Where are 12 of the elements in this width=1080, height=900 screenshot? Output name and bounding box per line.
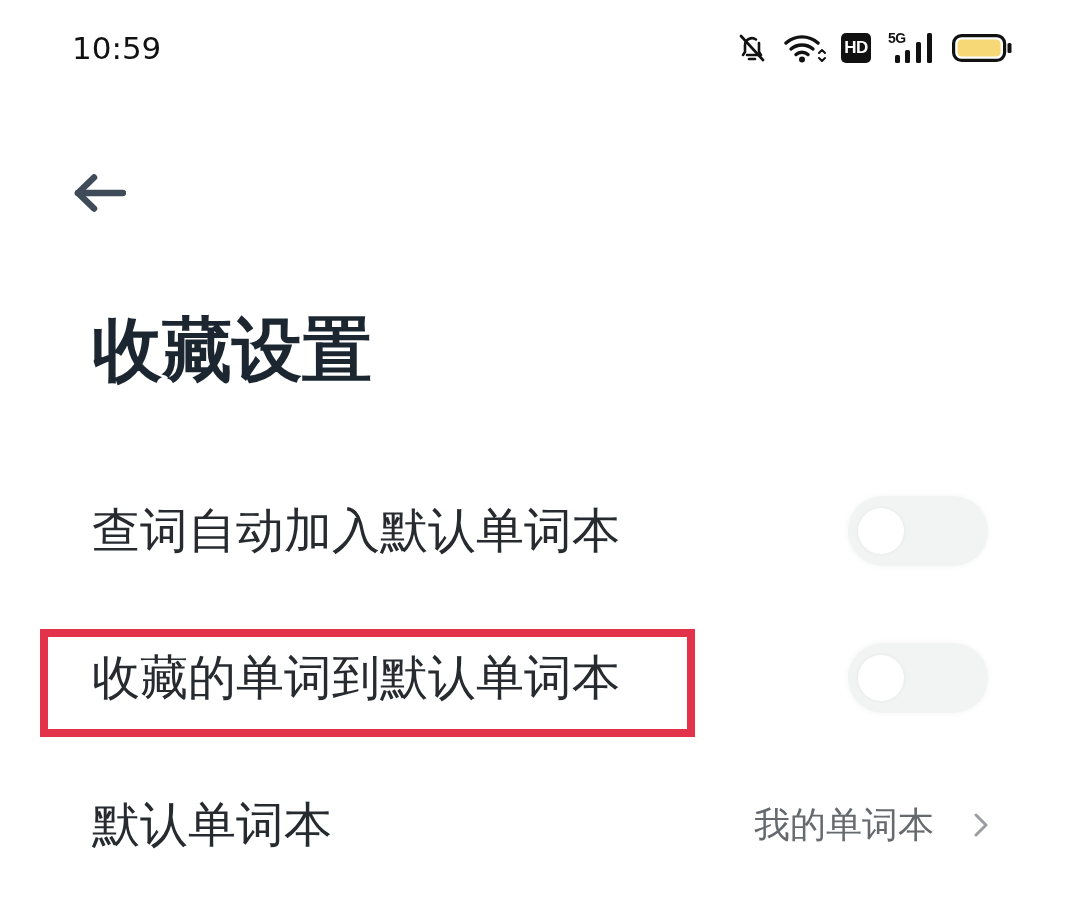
chevron-right-icon	[974, 812, 988, 837]
battery-icon	[952, 33, 1012, 62]
hd-badge: HD	[841, 32, 871, 63]
wifi-icon	[784, 32, 826, 63]
network-label: 5G	[888, 29, 906, 46]
setting-value[interactable]: 我的单词本	[754, 802, 934, 847]
setting-label: 查词自动加入默认单词本	[92, 501, 620, 560]
clock-time: 10:59	[72, 29, 162, 66]
setting-label: 默认单词本	[92, 795, 332, 854]
bell-muted-icon	[738, 32, 766, 63]
page-title: 收藏设置	[92, 308, 372, 392]
setting-label: 收藏的单词到默认单词本	[92, 648, 620, 707]
